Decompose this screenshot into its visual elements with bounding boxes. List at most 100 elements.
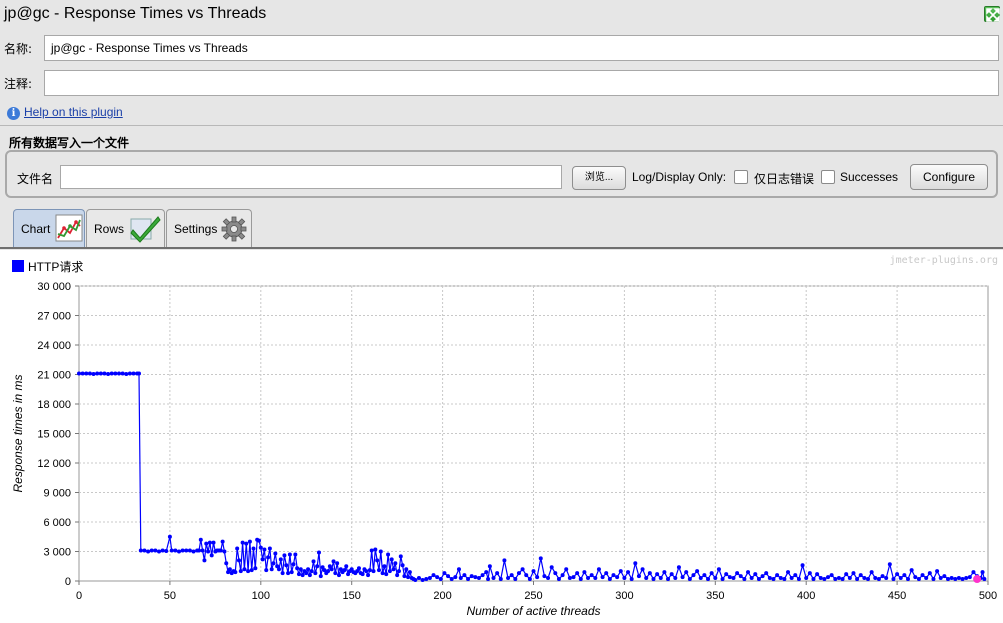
data-point	[466, 577, 471, 582]
browse-button[interactable]: 浏览...	[572, 166, 626, 190]
configure-button[interactable]: Configure	[910, 164, 988, 190]
y-tick-label: 27 000	[37, 311, 71, 323]
data-point	[435, 575, 440, 580]
tab-chart[interactable]: Chart	[13, 209, 85, 247]
y-tick-label: 12 000	[37, 458, 71, 470]
comment-field[interactable]	[44, 70, 999, 96]
x-tick-label: 150	[343, 590, 361, 602]
data-point	[855, 577, 860, 582]
data-point	[416, 576, 421, 581]
chart-area: 0 3 000 6 000 9 000 12 000 15 000 18 000 21 000…	[0, 250, 1003, 623]
data-point	[404, 567, 409, 572]
data-point	[706, 577, 711, 582]
data-point	[980, 570, 985, 575]
checkmark-icon	[129, 214, 161, 247]
data-point	[498, 577, 503, 582]
legend-swatch	[12, 260, 24, 272]
data-point	[600, 575, 605, 580]
data-point	[586, 576, 591, 581]
data-point	[260, 557, 265, 562]
y-tick-label: 21 000	[37, 370, 71, 382]
data-point	[449, 577, 454, 582]
data-point	[238, 569, 243, 574]
data-point	[131, 371, 136, 376]
data-point	[720, 577, 725, 582]
data-point	[953, 577, 958, 582]
data-point	[847, 576, 852, 581]
name-field[interactable]: jp@gc - Response Times vs Threads	[44, 35, 999, 61]
data-point	[184, 548, 189, 553]
data-point	[249, 568, 254, 573]
data-point	[895, 572, 900, 577]
data-point	[300, 573, 305, 578]
data-point	[756, 577, 761, 582]
data-point	[91, 372, 96, 377]
data-point	[942, 574, 947, 579]
x-tick-label: 300	[615, 590, 633, 602]
data-point	[176, 549, 181, 554]
tab-settings[interactable]: Settings	[166, 209, 252, 247]
data-point	[913, 575, 918, 580]
x-tick-label: 450	[888, 590, 906, 602]
data-point	[651, 577, 656, 582]
data-point	[822, 577, 827, 582]
data-point	[476, 576, 481, 581]
y-tick-label: 15 000	[37, 429, 71, 441]
x-axis-label: Number of active threads	[466, 604, 600, 618]
data-point	[164, 549, 169, 554]
data-point	[296, 572, 301, 577]
data-point	[462, 573, 467, 578]
data-point	[538, 556, 543, 561]
data-point	[286, 571, 291, 576]
errors-only-checkbox[interactable]	[734, 170, 748, 184]
data-point	[431, 573, 436, 578]
comment-label: 注释:	[4, 77, 33, 91]
filename-label: 文件名	[17, 172, 54, 186]
data-point	[304, 571, 309, 576]
data-point	[884, 576, 889, 581]
expand-icon[interactable]	[984, 6, 1000, 22]
data-point	[306, 567, 311, 572]
data-point	[935, 569, 940, 574]
data-point	[169, 548, 174, 553]
tab-rows[interactable]: Rows	[86, 209, 165, 247]
data-point	[906, 577, 911, 582]
data-point	[687, 577, 692, 582]
data-point	[549, 565, 554, 570]
data-point	[469, 574, 474, 579]
data-point	[789, 576, 794, 581]
name-row: 名称: jp@gc - Response Times vs Threads	[0, 35, 1003, 61]
y-axis-label: Response times in ms	[11, 374, 25, 492]
data-point	[644, 576, 649, 581]
data-point	[160, 548, 165, 553]
data-point	[876, 577, 881, 582]
data-point	[224, 561, 229, 566]
data-point	[329, 567, 334, 572]
data-point	[749, 576, 754, 581]
data-point	[191, 549, 196, 554]
data-point	[829, 573, 834, 578]
data-point	[636, 574, 641, 579]
data-point	[256, 538, 261, 543]
data-point	[120, 371, 125, 376]
data-point	[295, 566, 300, 571]
filename-field[interactable]	[60, 165, 562, 189]
data-point	[98, 371, 103, 376]
help-link[interactable]: Help on this plugin	[24, 105, 123, 119]
data-point	[535, 575, 540, 580]
data-point	[516, 571, 521, 576]
y-tick-label: 3 000	[43, 547, 71, 559]
data-point	[891, 577, 896, 582]
data-point	[746, 570, 751, 575]
data-point	[456, 567, 461, 572]
data-point	[200, 548, 205, 553]
data-point	[484, 570, 489, 575]
data-point	[360, 572, 365, 577]
successes-checkbox[interactable]	[821, 170, 835, 184]
data-point	[680, 575, 685, 580]
x-tick-label: 400	[797, 590, 815, 602]
data-point	[264, 568, 269, 573]
data-point	[442, 571, 447, 576]
data-point	[253, 566, 258, 571]
data-point	[662, 570, 667, 575]
